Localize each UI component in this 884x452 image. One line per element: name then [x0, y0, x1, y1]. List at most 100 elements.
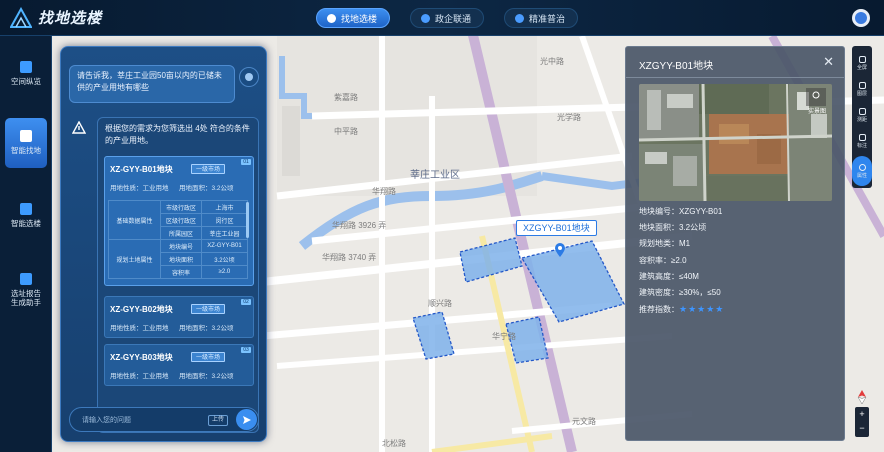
attr-value: 3.2公顷: [200, 252, 249, 266]
tab-icon: [327, 13, 336, 23]
plot-card-b02[interactable]: XZ-GYY-B02地块 一级市场 02 用地性质：工业用地 用地面积：3.2公…: [104, 296, 254, 338]
plot-index-badge: 03: [241, 347, 251, 353]
detail-row-height: 建筑高度：≤40M: [639, 269, 724, 285]
attr-key: 市级行政区: [160, 200, 202, 214]
map-toolbar: 全屏 图层 测距 标注 属性: [852, 46, 872, 188]
sidebar-item-zhineng-zhaodi[interactable]: 智能找地: [5, 118, 47, 168]
tool-measure[interactable]: 测距: [852, 102, 872, 128]
tab-zhaodi-xuanlou[interactable]: 找地选楼: [316, 8, 391, 28]
detail-row-density: 建筑密度：≥30%，≤50: [639, 285, 724, 301]
ai-assistant-icon: [71, 119, 87, 135]
tool-attributes[interactable]: 属性: [852, 156, 872, 186]
plot-nature: 用地性质：工业用地: [110, 370, 169, 380]
attr-value: 莘庄工业园: [200, 226, 249, 240]
detail-label: 地块编号：: [639, 207, 679, 216]
tab-label: 政企联通: [435, 13, 472, 24]
tab-label: 精准普治: [529, 13, 566, 24]
sidebar-item-label: 空间纵览: [11, 77, 41, 87]
plot-card-b01[interactable]: XZ-GYY-B01地块 一级市场 01 用地性质：工业用地 用地面积：3.2公…: [104, 156, 254, 286]
detail-row-area: 地块面积：3.2公顷: [639, 220, 724, 236]
attr-value: 闵行区: [200, 213, 249, 227]
sidebar-item-kongjian-zonglan[interactable]: 空间纵览: [0, 46, 52, 102]
tool-label: 图层: [856, 90, 867, 97]
tool-fullscreen[interactable]: 全屏: [852, 50, 872, 76]
plot-area: 用地面积：3.2公顷: [179, 370, 234, 380]
building-icon: [20, 203, 32, 216]
question-input[interactable]: [82, 414, 192, 426]
detail-row-id: 地块编号：XZGYY-B01: [639, 204, 724, 220]
compass-icon[interactable]: [856, 390, 868, 404]
attr-key: 地块编号: [160, 239, 202, 253]
table-scrollbar[interactable]: [246, 202, 249, 238]
ruler-icon: [858, 107, 866, 115]
plot-nature: 用地性质：工业用地: [110, 182, 169, 192]
sidebar-item-label: 选址报告生成助手: [11, 288, 41, 307]
zoom-out-button[interactable]: −: [855, 421, 869, 435]
ai-message: 根据您的需求为您筛选出 4处 符合的条件的产业用地。: [105, 124, 250, 145]
map-road-label: 华翔路 3926 弄: [332, 221, 387, 230]
plot-card-title: XZ-GYY-B02地块: [110, 305, 173, 314]
plot-index-badge: 02: [241, 299, 251, 305]
attr-value: ≥2.0: [200, 265, 249, 279]
plot-area-value: 3.2公顷: [211, 185, 234, 192]
aerial-photo[interactable]: 实景图: [639, 84, 832, 201]
sidebar-item-label: 智能找地: [11, 146, 41, 156]
close-icon[interactable]: ✕: [823, 54, 834, 70]
plot-nature-label: 用地性质：: [110, 373, 143, 380]
info-icon: [858, 163, 866, 171]
user-message: 请告诉我，莘庄工业园50亩以内的已储未供的产业用地有哪些: [69, 65, 235, 103]
cube-icon: [20, 61, 32, 74]
satellite-image: [639, 84, 832, 201]
plot-area-value: 3.2公顷: [211, 325, 234, 332]
plot-nature-label: 用地性质：: [110, 185, 143, 192]
market-badge: 一级市场: [191, 352, 226, 362]
layers-icon: [858, 81, 866, 89]
send-button[interactable]: [236, 409, 257, 430]
sidebar-item-zhineng-xuanlou[interactable]: 智能选楼: [0, 188, 52, 244]
report-icon: [20, 272, 32, 285]
plot-nature-value: 工业用地: [142, 185, 169, 192]
tool-label: 属性: [856, 172, 867, 179]
location-pin-icon[interactable]: [555, 243, 565, 257]
plot-marker-label[interactable]: XZGYY-B01地块: [516, 220, 597, 236]
user-icon: [239, 67, 259, 87]
plot-area: 用地面积：3.2公顷: [179, 182, 234, 192]
user-avatar[interactable]: [852, 9, 870, 27]
detail-value: ≥2.0: [671, 255, 687, 265]
detail-label: 推荐指数：: [639, 305, 679, 315]
sidebar-item-xuanzhi-baogao[interactable]: 选址报告生成助手: [0, 258, 52, 322]
tab-icon: [421, 13, 431, 23]
upload-label: 上传: [212, 417, 225, 423]
star-rating-icon: ★★★★★: [679, 304, 725, 315]
zoom-in-button[interactable]: +: [855, 407, 869, 421]
tab-icon: [515, 13, 525, 23]
map-search-icon: [20, 130, 32, 143]
plot-nature-value: 工业用地: [142, 373, 169, 380]
map-road-label: 中平路: [334, 127, 358, 136]
plot-nature-value: 工业用地: [142, 325, 169, 332]
map-road-label: 顺兴路: [428, 299, 452, 308]
plot-card-title: XZ-GYY-B01地块: [110, 165, 173, 174]
detail-attributes: 地块编号：XZGYY-B01 地块面积：3.2公顷 规划地类：M1 容积率：≥2…: [639, 204, 724, 317]
tab-zhengqi-liantong[interactable]: 政企联通: [410, 8, 485, 28]
plot-card-title: XZ-GYY-B03地块: [110, 353, 173, 362]
map-road-label: 北松路: [382, 439, 406, 448]
zoom-control: + −: [855, 407, 869, 437]
app-title: 找地选楼: [38, 10, 103, 27]
plot-card-b03[interactable]: XZ-GYY-B03地块 一级市场 03 用地性质：工业用地 用地面积：3.2公…: [104, 344, 254, 386]
attr-key: 容积率: [160, 265, 202, 279]
detail-value: ≥30%，≤50: [679, 287, 721, 297]
user-icon: [855, 12, 867, 24]
tab-jingzhun-puzhi[interactable]: 精准普治: [504, 8, 579, 28]
upload-button[interactable]: 上传: [208, 415, 229, 426]
map-road-label: 光中路: [540, 57, 564, 66]
map-road-label: 紫嘉路: [334, 93, 358, 102]
tool-label: 测距: [856, 116, 867, 123]
tool-layers[interactable]: 图层: [852, 76, 872, 102]
plot-area-label: 用地面积：: [179, 373, 212, 380]
detail-title: XZGYY-B01地块: [639, 61, 714, 72]
market-badge: 一级市场: [191, 164, 226, 174]
tool-annotate[interactable]: 标注: [852, 128, 872, 154]
plot-area-label: 用地面积：: [179, 325, 212, 332]
detail-value: XZGYY-B01: [679, 207, 723, 216]
